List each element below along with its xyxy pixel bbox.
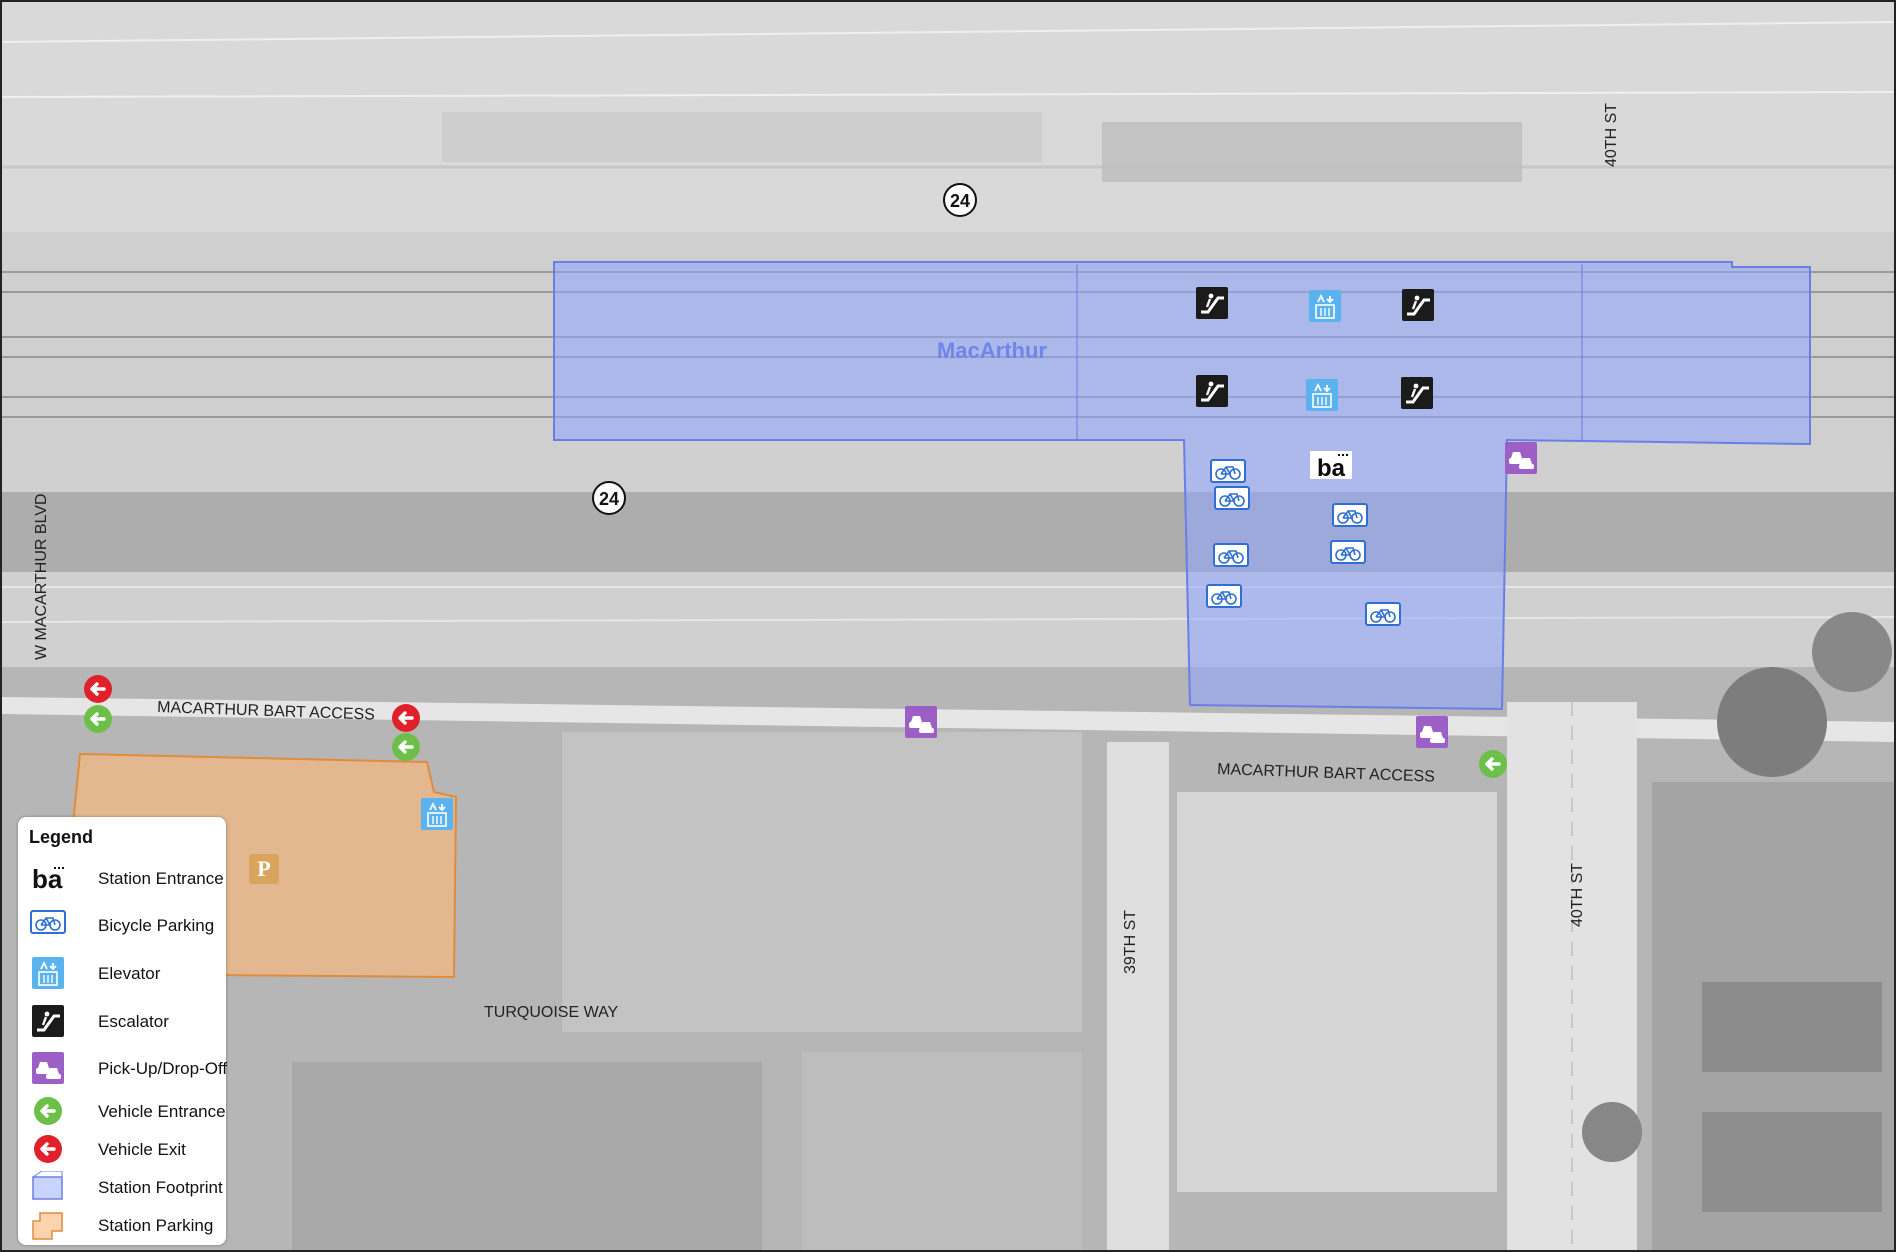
escalator-icon: [1399, 375, 1435, 411]
street-label: TURQUOISE WAY: [484, 1004, 619, 1021]
bicycle-icon: [1330, 540, 1366, 564]
bicycle-icon: [30, 910, 66, 934]
bicycle-icon: [1214, 486, 1250, 510]
svg-text:P: P: [257, 856, 270, 881]
elevator-icon: [1308, 289, 1342, 323]
arrow-left-green-icon: [32, 1095, 64, 1127]
legend-item-station-parking: Station Parking: [28, 1209, 224, 1241]
map-legend: Legend ba Station Entrance Bicycle Parki…: [18, 817, 228, 1245]
pickup-dropoff-icon: [1505, 442, 1537, 474]
aerial-map: MacArthur P 24 24 ba W MACARTHUR BLVD MA…: [2, 2, 1894, 1250]
legend-label: Bicycle Parking: [98, 916, 215, 935]
legend-item-pickup-dropoff: Pick-Up/Drop-Off: [28, 1052, 228, 1084]
svg-text:24: 24: [599, 489, 619, 509]
vehicle-entrance-icon: [390, 731, 422, 763]
vehicle-exit-icon: [390, 702, 422, 734]
legend-item-station-entrance: ba Station Entrance: [28, 862, 224, 894]
bart-station-entrance-icon: ba: [1310, 451, 1352, 482]
legend-label: Vehicle Entrance: [98, 1102, 226, 1121]
parking-swatch-icon: [32, 1212, 63, 1240]
pickup-dropoff-icon: [905, 706, 937, 738]
legend-label: Elevator: [98, 964, 161, 983]
footprint-swatch-icon: [32, 1171, 63, 1200]
legend-item-elevator: Elevator: [28, 957, 224, 989]
station-name-label: MacArthur: [937, 338, 1047, 363]
bicycle-icon: [1332, 503, 1368, 527]
escalator-icon: [1194, 285, 1230, 321]
bicycle-icon: [1206, 584, 1242, 608]
escalator-icon: [30, 1005, 66, 1037]
legend-label: Station Entrance: [98, 869, 224, 888]
legend-label: Pick-Up/Drop-Off: [98, 1059, 228, 1078]
legend-label: Vehicle Exit: [98, 1140, 186, 1159]
elevator-icon: [31, 957, 65, 989]
legend-item-vehicle-exit: Vehicle Exit: [28, 1133, 224, 1165]
escalator-icon: [1400, 287, 1436, 323]
legend-label: Escalator: [98, 1012, 169, 1031]
bicycle-icon: [1210, 459, 1246, 483]
svg-text:ba: ba: [1317, 455, 1346, 482]
vehicle-entrance-icon: [82, 703, 114, 735]
street-label: 39TH ST: [1122, 910, 1139, 974]
arrow-left-red-icon: [32, 1133, 64, 1165]
legend-title: Legend: [29, 827, 94, 847]
street-label: 40TH ST: [1603, 103, 1620, 167]
legend-item-vehicle-entrance: Vehicle Entrance: [28, 1095, 226, 1127]
elevator-icon: [420, 797, 454, 831]
escalator-icon: [1194, 373, 1230, 409]
svg-text:24: 24: [950, 191, 970, 211]
map-view[interactable]: MacArthur P 24 24 ba W MACARTHUR BLVD MA…: [0, 0, 1896, 1252]
vehicle-entrance-icon: [1477, 748, 1509, 780]
car-icon: [32, 1052, 64, 1084]
street-label: W MACARTHUR BLVD: [33, 493, 50, 660]
pickup-dropoff-icon: [1416, 716, 1448, 748]
bicycle-icon: [1365, 602, 1401, 626]
street-label: 40TH ST: [1569, 863, 1586, 927]
elevator-icon: [1305, 378, 1339, 412]
legend-label: Station Footprint: [98, 1178, 223, 1197]
legend-item-escalator: Escalator: [28, 1005, 224, 1037]
bicycle-icon: [1213, 543, 1249, 567]
legend-item-bicycle-parking: Bicycle Parking: [28, 909, 224, 941]
bart-logo-icon: ba: [32, 864, 66, 894]
vehicle-exit-icon: [82, 673, 114, 705]
legend-label: Station Parking: [98, 1216, 214, 1235]
legend-item-station-footprint: Station Footprint: [28, 1171, 224, 1203]
